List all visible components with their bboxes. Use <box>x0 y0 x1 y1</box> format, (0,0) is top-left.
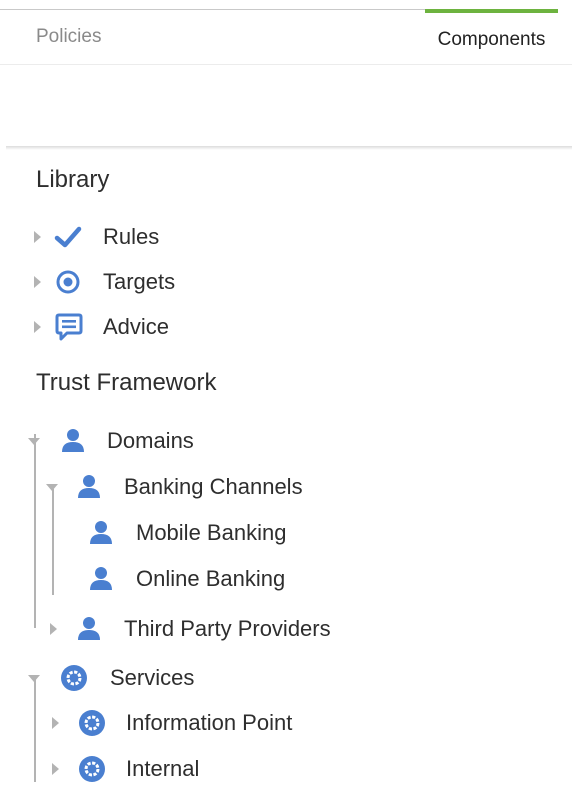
tree-guide-line <box>34 434 36 628</box>
gear-icon <box>79 710 105 736</box>
expand-caret-icon[interactable] <box>34 276 41 288</box>
tree-item-label: Third Party Providers <box>124 616 331 641</box>
tab-policies[interactable]: Policies <box>36 9 101 64</box>
chat-bubble-icon <box>55 313 83 341</box>
gear-icon <box>61 665 87 691</box>
user-icon <box>78 617 100 640</box>
library-item-label: Advice <box>103 314 170 339</box>
tree-item-online-banking[interactable]: Online Banking <box>88 561 388 597</box>
library-item-rules[interactable]: Rules <box>30 219 230 255</box>
user-icon <box>90 521 112 544</box>
tree-item-banking-channels[interactable]: Banking Channels <box>46 469 366 505</box>
user-icon <box>90 567 112 590</box>
user-icon <box>62 429 84 452</box>
user-icon <box>78 475 100 498</box>
trust-framework-heading: Trust Framework <box>36 369 217 396</box>
expand-caret-icon[interactable] <box>50 623 57 635</box>
library-item-label: Rules <box>103 224 160 249</box>
expand-caret-icon[interactable] <box>52 763 59 775</box>
library-item-advice[interactable]: Advice <box>30 309 230 345</box>
tree-item-mobile-banking[interactable]: Mobile Banking <box>88 515 388 551</box>
tree-item-label: Information Point <box>126 710 293 735</box>
expand-caret-icon[interactable] <box>52 717 59 729</box>
tree-item-information-point[interactable]: Information Point <box>48 705 388 741</box>
library-item-targets[interactable]: Targets <box>30 264 230 300</box>
tree-item-label: Domains <box>107 428 194 453</box>
tree-item-label: Online Banking <box>136 566 286 591</box>
tree-item-domains[interactable]: Domains <box>28 423 328 459</box>
collapse-caret-icon[interactable] <box>28 438 40 445</box>
library-heading: Library <box>36 166 110 193</box>
target-icon <box>56 270 80 294</box>
library-item-label: Targets <box>103 269 176 294</box>
gear-icon <box>79 756 105 782</box>
tab-components[interactable]: Components <box>425 9 558 64</box>
panel-divider <box>6 146 572 150</box>
tree-item-third-party-providers[interactable]: Third Party Providers <box>48 611 388 647</box>
tabs-divider <box>0 64 572 65</box>
collapse-caret-icon[interactable] <box>28 675 40 682</box>
tree-item-label: Mobile Banking <box>136 520 287 545</box>
expand-caret-icon[interactable] <box>34 321 41 333</box>
expand-caret-icon[interactable] <box>34 231 41 243</box>
collapse-caret-icon[interactable] <box>46 484 58 491</box>
tree-item-services[interactable]: Services <box>28 660 328 696</box>
tree-item-label: Services <box>110 665 195 690</box>
tree-item-label: Banking Channels <box>124 474 303 499</box>
check-icon <box>54 226 82 248</box>
